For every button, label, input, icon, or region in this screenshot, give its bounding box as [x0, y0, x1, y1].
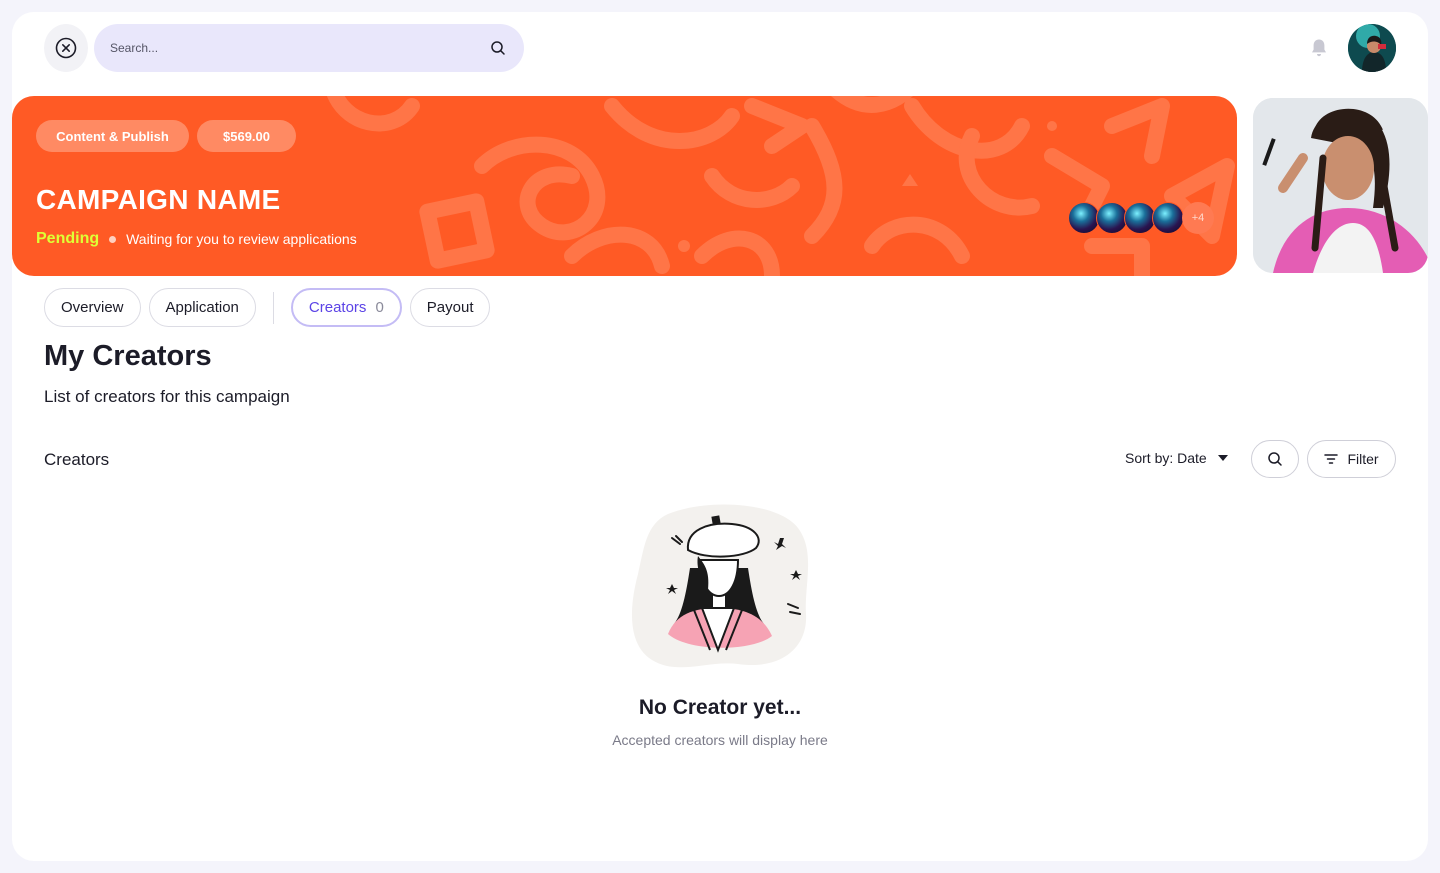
avatar-photo [1348, 24, 1396, 72]
category-chip: Content & Publish [36, 120, 189, 152]
search-input[interactable] [110, 41, 490, 55]
search-icon [1268, 452, 1282, 466]
budget-chip: $569.00 [197, 120, 296, 152]
tab-creators[interactable]: Creators 0 [290, 288, 402, 327]
user-avatar[interactable] [1348, 24, 1396, 72]
applicant-avatar [1152, 202, 1184, 234]
empty-state-illustration [631, 504, 809, 668]
campaign-banner: Content & Publish $569.00 CAMPAIGN NAME … [12, 96, 1237, 276]
search-bar [94, 24, 524, 72]
section-label: Creators [44, 450, 110, 469]
filter-icon [1324, 454, 1339, 464]
filter-button[interactable]: Filter [1307, 440, 1396, 478]
bell-icon[interactable] [1308, 37, 1330, 59]
tab-divider [272, 291, 274, 324]
campaign-status-row: Pending Waiting for you to review applic… [36, 230, 357, 248]
empty-state-subtitle: Accepted creators will display here [612, 732, 828, 748]
sort-label: Sort by: Date [1125, 450, 1207, 466]
campaign-photo [1253, 98, 1428, 273]
list-search-button[interactable] [1251, 440, 1299, 478]
filter-label: Filter [1347, 451, 1379, 467]
sort-dropdown[interactable]: Sort by: Date [1125, 450, 1229, 466]
close-icon [55, 37, 77, 59]
search-icon[interactable] [490, 40, 506, 56]
applicant-avatars[interactable]: +4 [1068, 202, 1214, 234]
campaign-tabs: Overview Application Creators 0 Payout [44, 288, 498, 327]
tab-application[interactable]: Application [148, 288, 256, 327]
tab-creators-count: 0 [375, 299, 384, 316]
caret-down-icon [1217, 455, 1228, 461]
status-badge: Pending [36, 230, 100, 247]
campaign-photo-image [1253, 98, 1428, 273]
empty-state-title: No Creator yet... [638, 696, 802, 719]
tab-overview[interactable]: Overview [44, 288, 141, 327]
tab-creators-label: Creators [308, 299, 367, 316]
status-dot [109, 235, 117, 243]
campaign-title: CAMPAIGN NAME [36, 184, 281, 215]
tab-payout[interactable]: Payout [409, 288, 491, 327]
status-text: Waiting for you to review applications [126, 231, 357, 247]
app-frame: Content & Publish $569.00 CAMPAIGN NAME … [12, 12, 1428, 861]
page-title: My Creators [44, 340, 212, 372]
close-button[interactable] [44, 24, 88, 72]
page-subtitle: List of creators for this campaign [44, 387, 290, 406]
more-avatars-count: +4 [1182, 202, 1214, 234]
